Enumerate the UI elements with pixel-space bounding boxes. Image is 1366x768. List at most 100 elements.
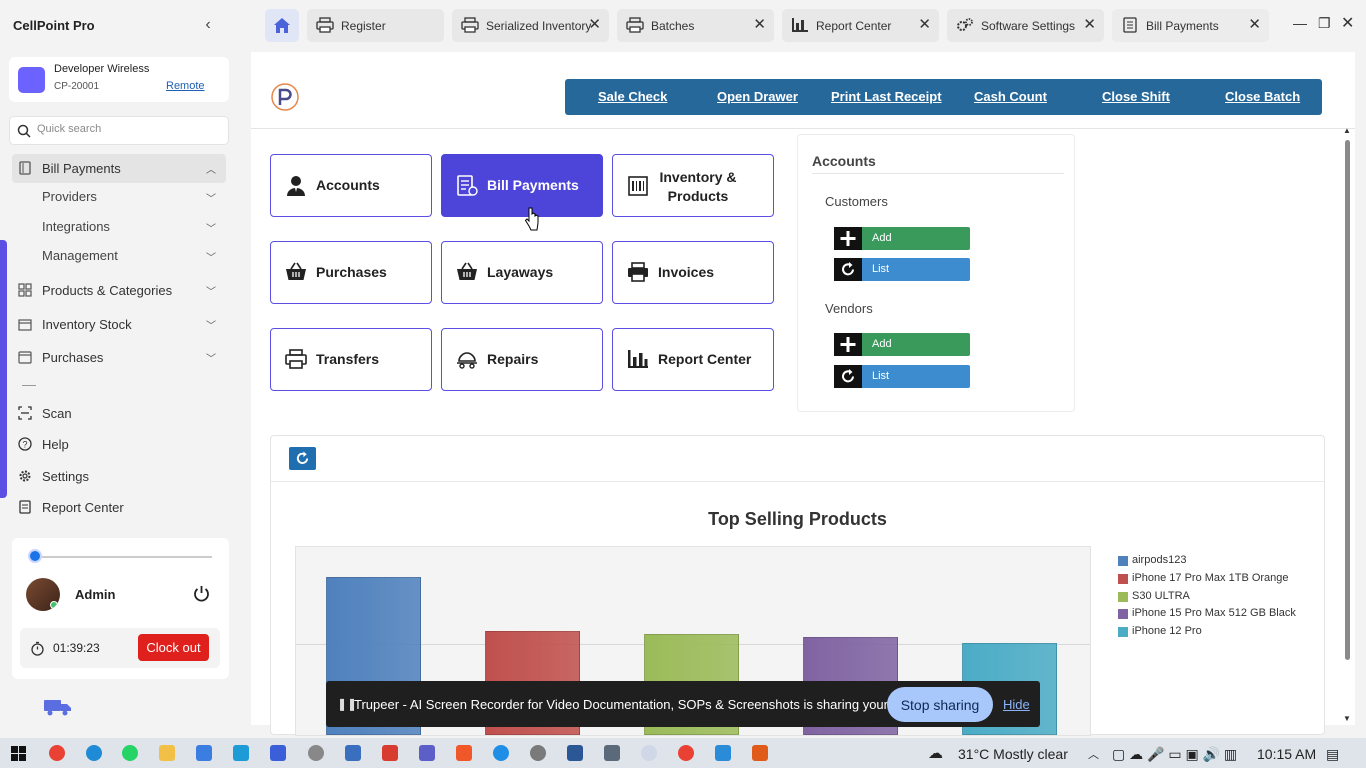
hide-banner-link[interactable]: Hide [1003,697,1030,712]
collapse-sidebar-icon[interactable]: ‹ [200,16,216,34]
quick-search[interactable] [9,116,229,145]
search-input[interactable] [37,123,217,135]
minimize-icon[interactable]: — [1293,15,1307,31]
cellpoint-taskbar-icon[interactable] [270,745,286,761]
close-shift-link[interactable]: Close Shift [1102,89,1170,104]
close-icon[interactable]: ✕ [918,17,931,32]
refresh-icon [296,451,309,464]
stop-sharing-button[interactable]: Stop sharing [887,687,993,722]
sidebar-item-scan[interactable]: Scan [12,399,226,428]
tile-accounts[interactable]: Accounts [270,154,432,217]
app-icon[interactable] [345,745,361,761]
sale-check-link[interactable]: Sale Check [598,89,667,104]
tab-report-center[interactable]: Report Center ✕ [782,9,939,42]
avatar [26,578,60,611]
sidebar-item-products-categories[interactable]: Products & Categories ﹀ [12,276,226,305]
close-icon[interactable]: ✕ [1083,17,1096,32]
tab-serialized-inventory[interactable]: Serialized Inventory ✕ [452,9,609,42]
tile-label-line1: Inventory & [659,169,737,185]
notifications-icon[interactable]: ▤ [1326,746,1339,763]
store-icon[interactable] [196,745,212,761]
list-customers-button[interactable]: List [834,258,970,281]
chrome-icon[interactable] [49,745,65,761]
tab-software-settings[interactable]: Software Settings ✕ [947,9,1104,42]
sidebar-item-providers[interactable]: Providers ﹀ [12,185,226,209]
sidebar-item-help[interactable]: ? Help [12,430,226,459]
refresh-chart-button[interactable] [289,447,316,470]
basket-icon [18,351,32,364]
sidebar-divider [22,385,36,386]
printer-icon [628,262,648,282]
app-icon[interactable] [530,745,546,761]
tile-layaways[interactable]: Layaways [441,241,603,304]
remote-link[interactable]: Remote [166,80,205,92]
close-batch-link[interactable]: Close Batch [1225,89,1300,104]
basket-icon [286,262,306,280]
slider-knob[interactable] [28,549,42,563]
tile-repairs[interactable]: Repairs [441,328,603,391]
tile-report-center[interactable]: Report Center [612,328,774,391]
basket-icon [457,262,477,280]
tile-invoices[interactable]: Invoices [612,241,774,304]
sidebar-item-integrations[interactable]: Integrations ﹀ [12,215,226,239]
cash-count-link[interactable]: Cash Count [974,89,1047,104]
scrollbar-thumb[interactable] [1345,140,1350,660]
main-scrollbar[interactable]: ▲ ▼ [1340,126,1354,725]
weather-text[interactable]: 31°C Mostly clear [958,746,1068,762]
file-explorer-icon[interactable] [159,745,175,761]
add-customer-button[interactable]: Add [834,227,970,250]
tray-icons[interactable]: ▢ ☁ 🎤 ▭ ▣ 🔊 ▥ [1112,746,1237,763]
scroll-up-icon[interactable]: ▲ [1343,126,1351,135]
tile-bill-payments[interactable]: Bill Payments [441,154,603,217]
app-icon[interactable] [752,745,768,761]
teams-chat-icon[interactable] [233,745,249,761]
window-close-icon[interactable]: ✕ [1341,13,1354,33]
power-icon[interactable] [192,584,211,603]
app-icon[interactable] [567,745,583,761]
edge-icon[interactable] [86,745,102,761]
whatsapp-icon[interactable] [122,745,138,761]
sidebar-item-inventory-stock[interactable]: Inventory Stock ﹀ [12,310,226,339]
chevron-down-icon: ﹀ [206,224,216,235]
chevron-up-icon[interactable]: ︿ [1088,746,1099,762]
tile-label-line2: Products [667,188,729,204]
add-vendor-button[interactable]: Add [834,333,970,356]
restore-icon[interactable]: ❐ [1318,15,1331,32]
sidebar-item-settings[interactable]: Settings [12,462,226,491]
open-drawer-link[interactable]: Open Drawer [717,89,798,104]
sidebar-item-purchases[interactable]: Purchases ﹀ [12,343,226,372]
sidebar-item-label: Report Center [42,500,124,515]
tab-batches[interactable]: Batches ✕ [617,9,774,42]
store-card: Developer Wireless CP-20001 Remote [9,57,229,102]
close-icon[interactable]: ✕ [753,17,766,32]
app-icon[interactable] [493,745,509,761]
close-icon[interactable]: ✕ [1248,17,1261,32]
tab-register[interactable]: Register [307,9,444,42]
tab-label: Software Settings [981,19,1076,33]
sidebar-item-bill-payments[interactable]: Bill Payments ︿ [12,154,226,183]
teams-icon[interactable] [419,745,435,761]
tile-transfers[interactable]: Transfers [270,328,432,391]
tile-inventory-products[interactable]: Inventory & Products [612,154,774,217]
chrome-icon[interactable] [678,745,694,761]
delivery-truck-icon[interactable] [43,697,73,717]
scroll-down-icon[interactable]: ▼ [1343,714,1351,723]
app-icon[interactable] [715,745,731,761]
print-last-receipt-link[interactable]: Print Last Receipt [831,89,942,104]
tile-purchases[interactable]: Purchases [270,241,432,304]
slider-track[interactable] [30,556,212,558]
tab-home[interactable] [265,9,299,42]
brave-icon[interactable] [456,745,472,761]
app-icon[interactable] [382,745,398,761]
app-icon[interactable] [641,745,657,761]
tab-bill-payments[interactable]: Bill Payments ✕ [1112,9,1269,42]
calculator-icon[interactable] [604,745,620,761]
sidebar-item-report-center[interactable]: Report Center [12,493,226,522]
sidebar-item-management[interactable]: Management ﹀ [12,244,226,268]
app-icon[interactable] [308,745,324,761]
close-icon[interactable]: ✕ [588,17,601,32]
windows-start-icon[interactable] [11,746,26,761]
list-vendors-button[interactable]: List [834,365,970,388]
clock-out-button[interactable]: Clock out [138,634,209,661]
clock-time[interactable]: 10:15 AM [1257,746,1316,762]
